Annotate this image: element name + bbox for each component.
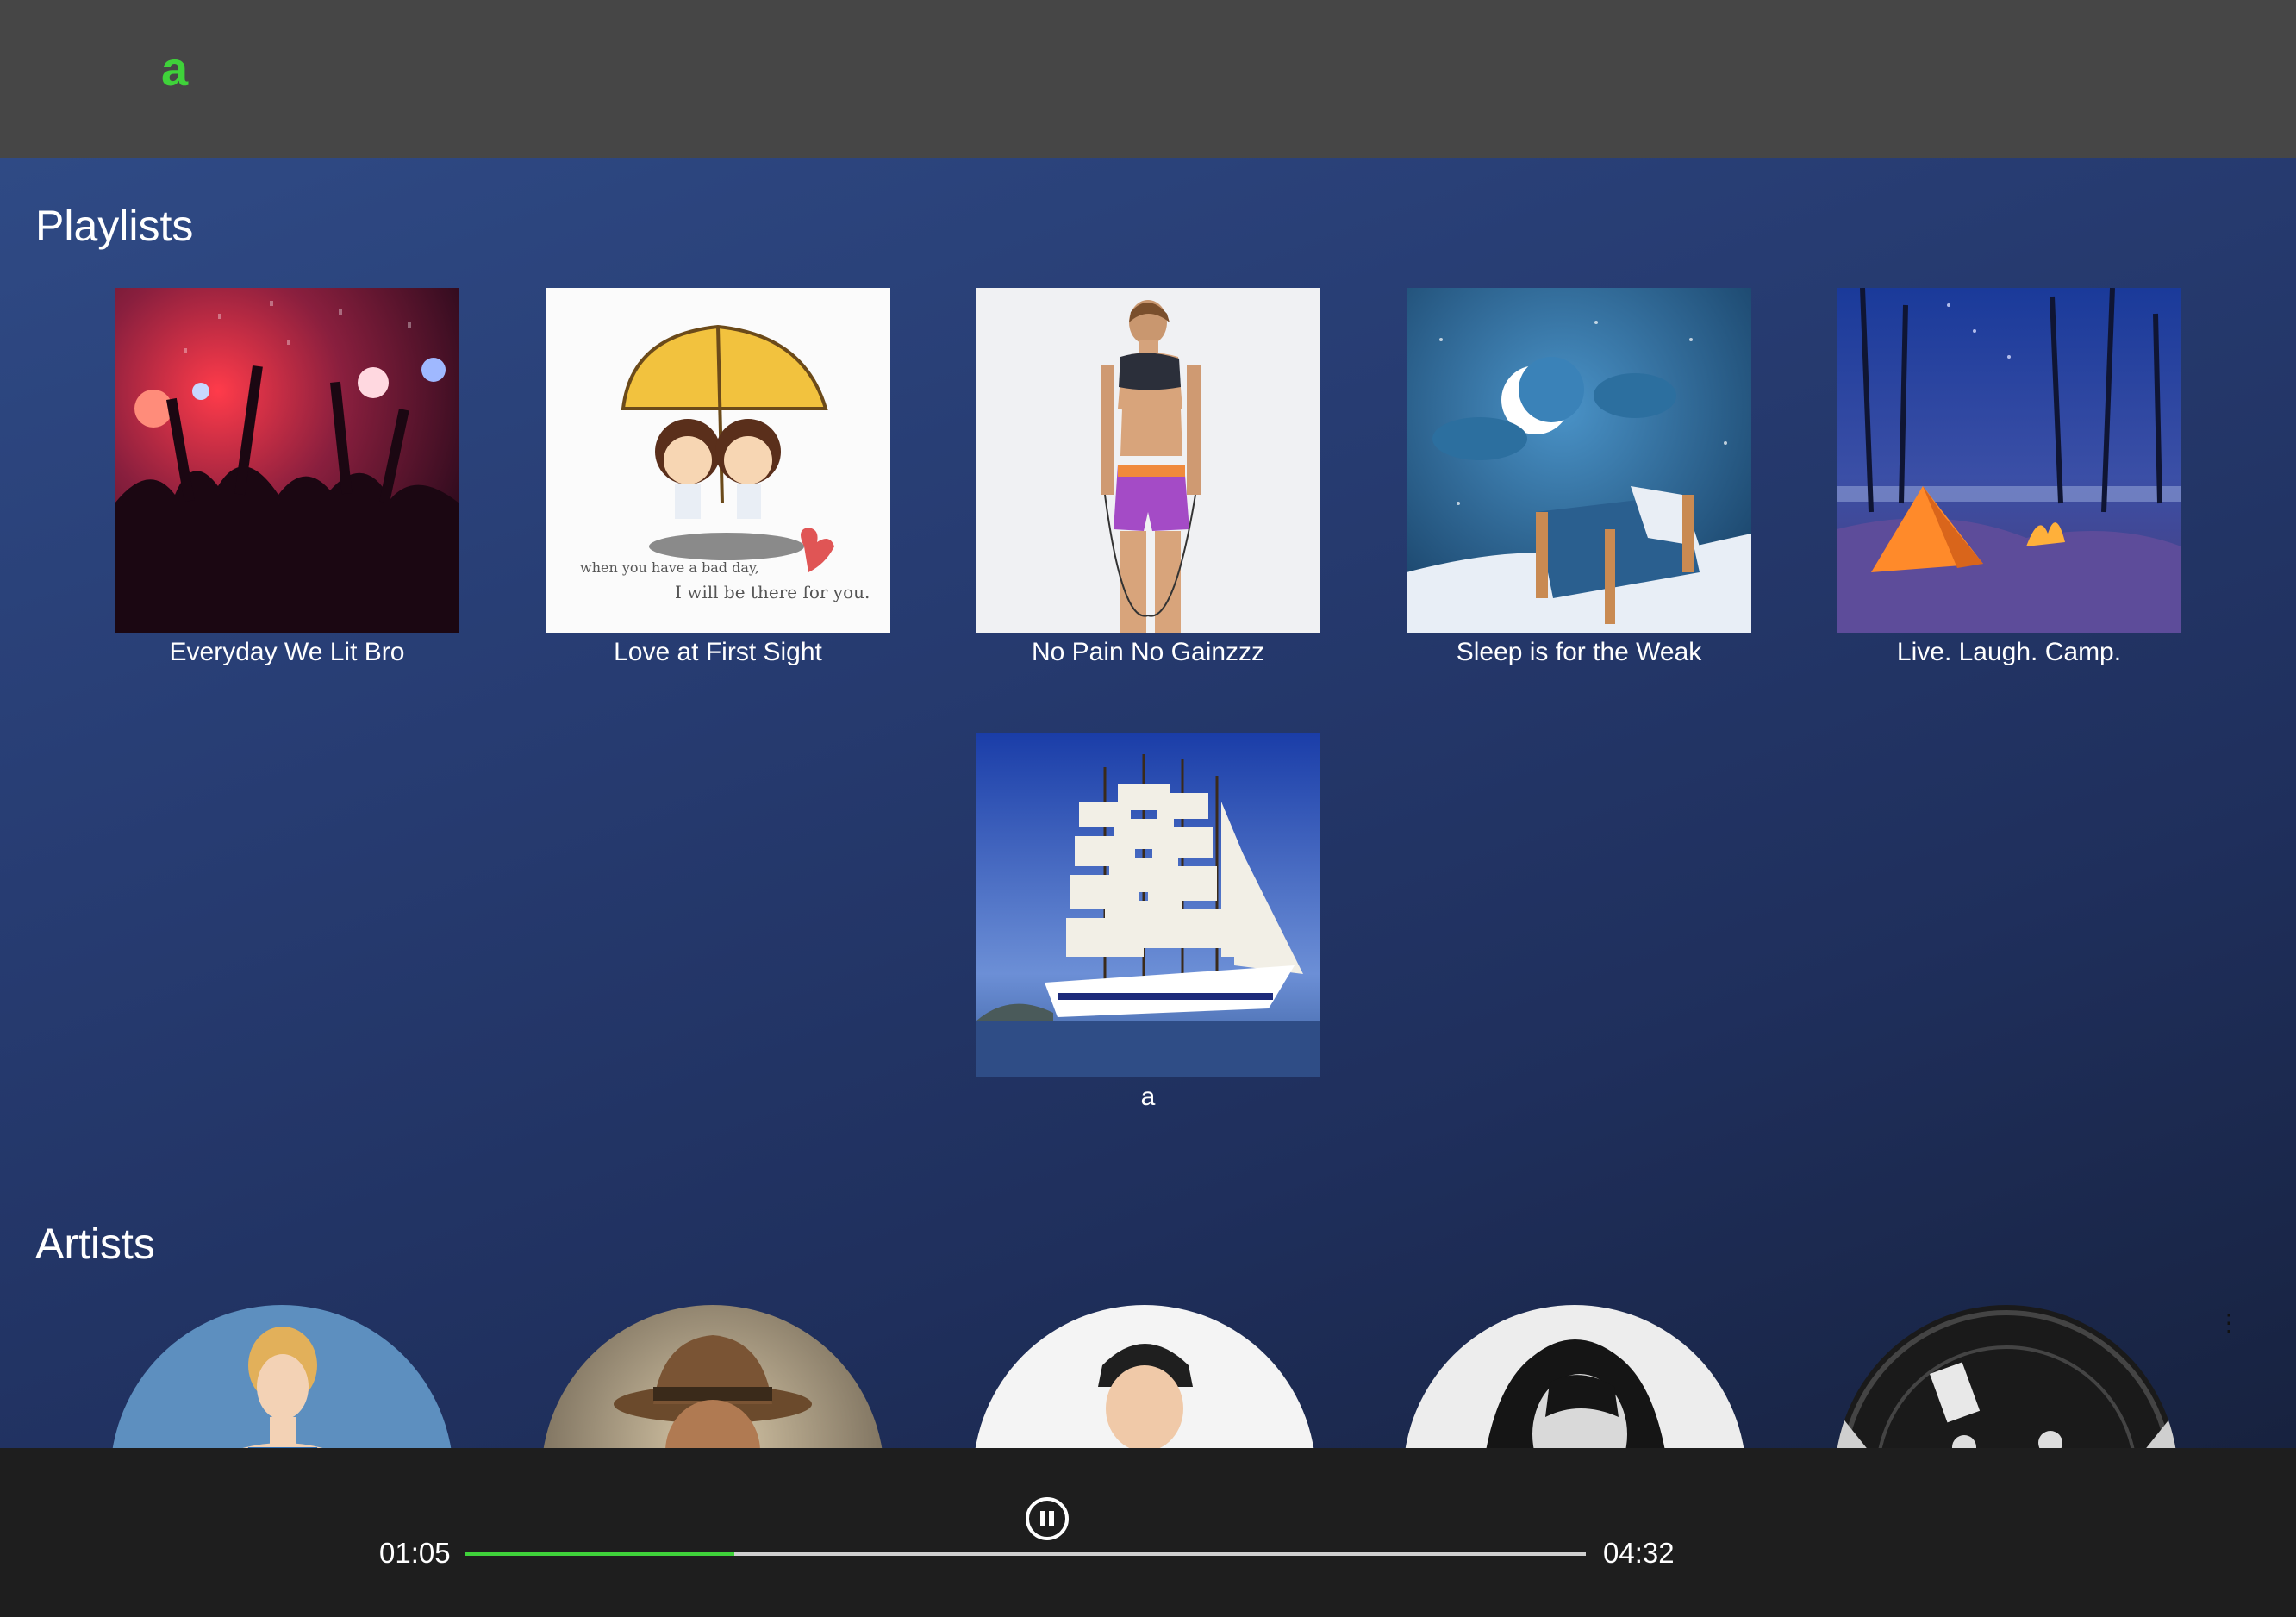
current-time: 01:05 [379,1537,451,1569]
playlist-card[interactable]: Live. Laugh. Camp. [1837,288,2181,667]
couple-umbrella-image[interactable]: when you have a bad day, I will be there… [546,288,890,633]
main-content[interactable]: Playlists Everyday We Lit Bro when you h… [0,158,2296,1448]
night-bed-moon-image[interactable] [1407,288,1751,633]
artists-heading: Artists [35,1220,155,1268]
total-time: 04:32 [1603,1537,1675,1569]
app-logo[interactable]: a [161,45,188,93]
progress-fill [465,1552,734,1556]
artist-photo-3[interactable] [973,1305,1316,1448]
playlist-card[interactable]: No Pain No Gainzzz [976,288,1320,667]
playlists-heading: Playlists [35,202,194,250]
artist-photo-1[interactable] [110,1305,453,1448]
playlist-card[interactable]: Sleep is for the Weak [1407,288,1751,667]
playlist-card[interactable]: Everyday We Lit Bro [115,288,459,667]
playlist-title[interactable]: No Pain No Gainzzz [976,638,1320,667]
playlist-title[interactable]: a [976,1083,1320,1112]
artist-photo-2[interactable] [541,1305,884,1448]
playlist-title[interactable]: Everyday We Lit Bro [115,638,459,667]
artist-photo-5[interactable] [1835,1305,2178,1448]
fitness-woman-image[interactable] [976,288,1320,633]
playlist-title[interactable]: Live. Laugh. Camp. [1837,638,2181,667]
scroll-indicator: ⋮ [2217,1309,2241,1336]
player-bar: 01:05 04:32 [0,1448,2296,1617]
pause-icon[interactable] [1026,1497,1069,1540]
tent-campfire-image[interactable] [1837,288,2181,633]
playlist-title[interactable]: Love at First Sight [546,638,890,667]
artist-photo-4[interactable] [1403,1305,1746,1448]
umbrella-image-caption: when you have a bad day, [580,559,759,576]
progress-bar[interactable] [465,1552,1586,1556]
playlist-title[interactable]: Sleep is for the Weak [1407,638,1751,667]
playlist-card[interactable]: a [976,733,1320,1112]
tall-ship-image[interactable] [976,733,1320,1077]
top-bar: a [0,0,2296,158]
umbrella-image-caption: I will be there for you. [675,582,870,602]
concert-crowd-image[interactable] [115,288,459,633]
playlist-card[interactable]: when you have a bad day, I will be there… [546,288,890,667]
